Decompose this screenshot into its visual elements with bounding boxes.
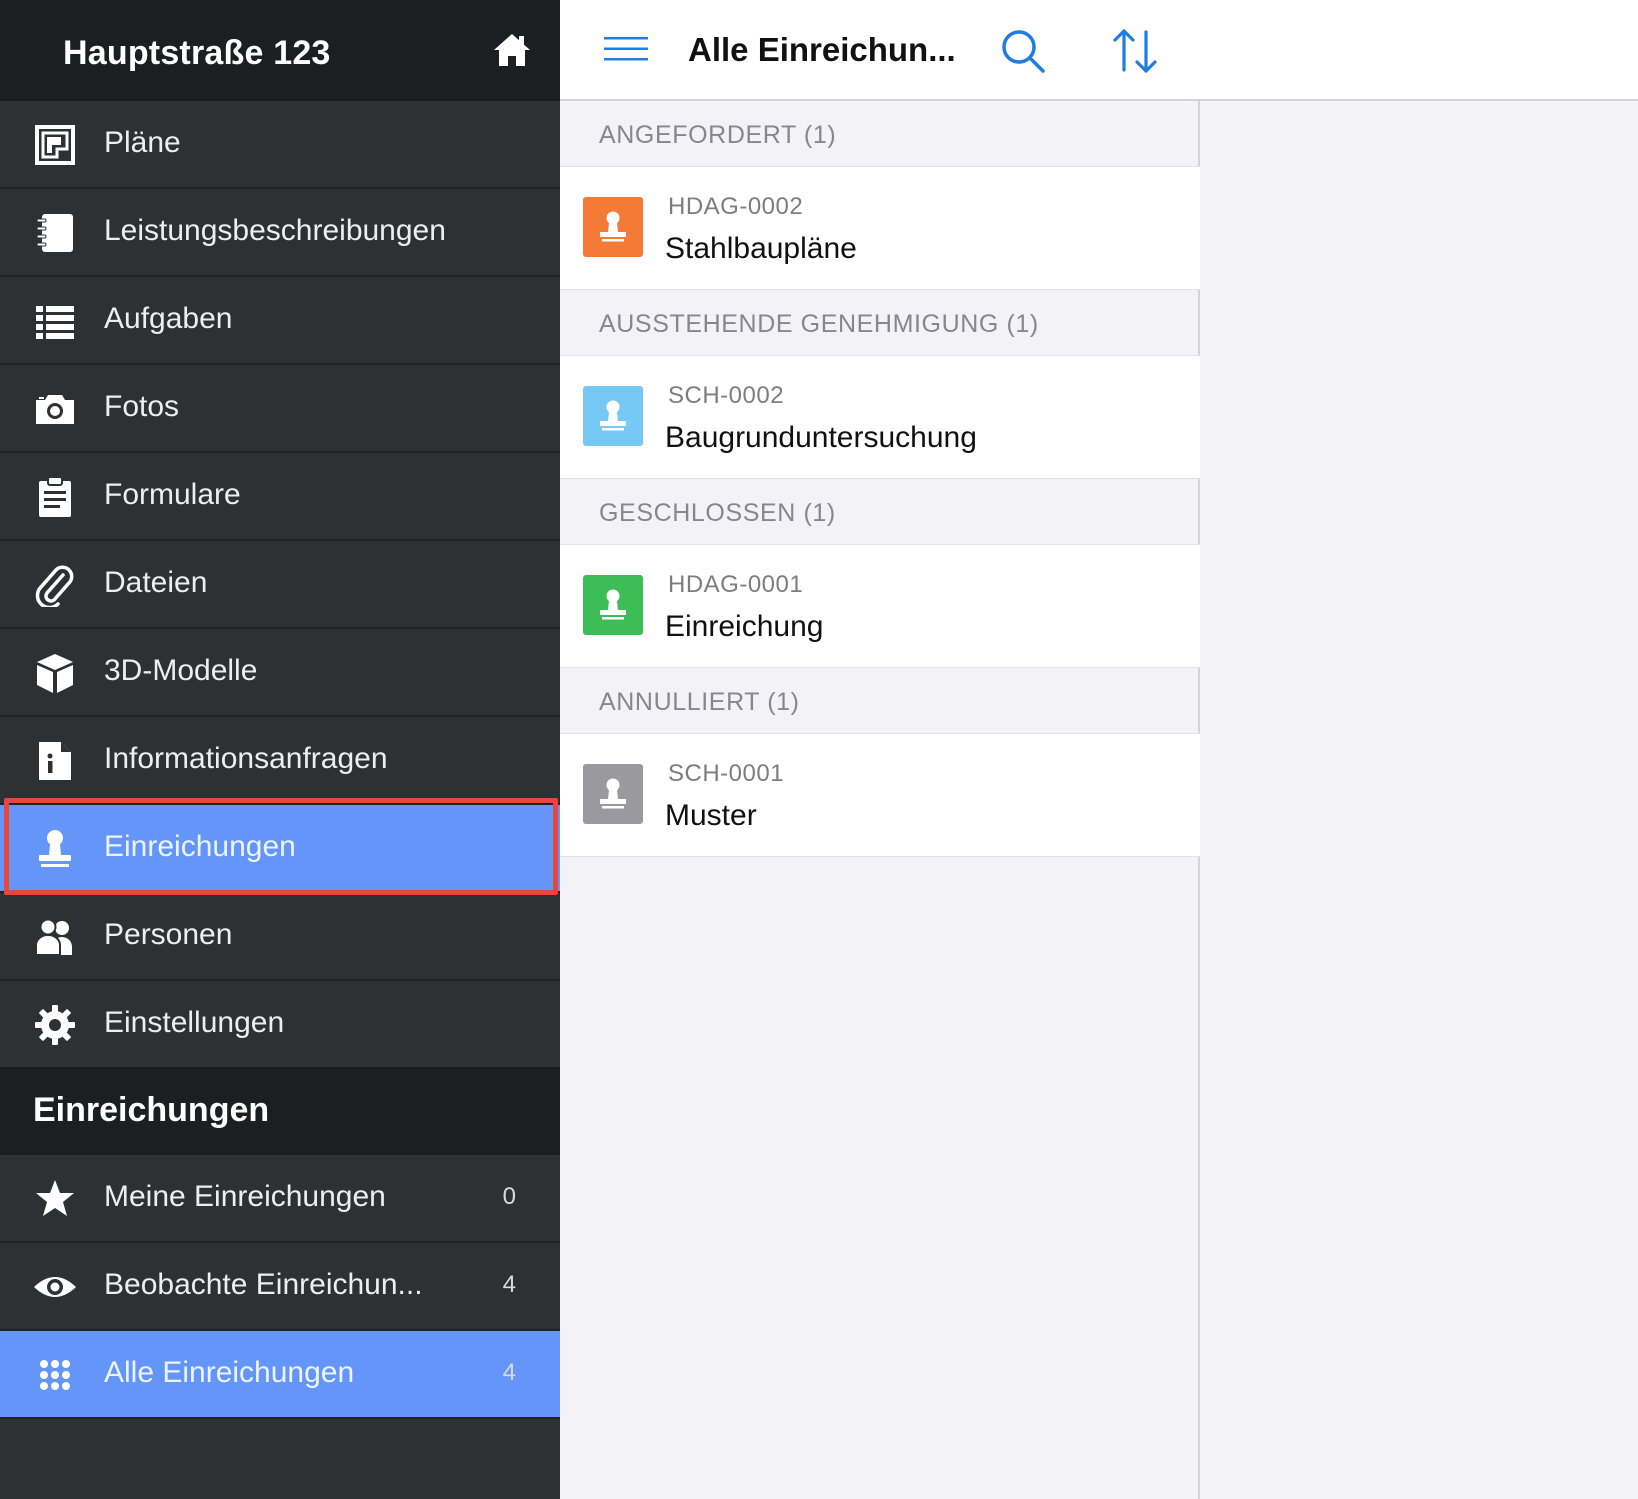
stamp-icon (600, 400, 626, 431)
sidebar: Hauptstraße 123 Pläne Leistungsbeschreib… (0, 0, 560, 1499)
star-icon (36, 1180, 74, 1216)
nav-item-3d-modelle[interactable]: 3D-Modelle (0, 629, 560, 717)
submission-status-badge (583, 197, 643, 257)
filter-label: Alle Einreichungen (104, 1356, 355, 1389)
section-title: Einreichungen (33, 1091, 270, 1129)
cube-icon (37, 654, 73, 693)
info-document-icon (39, 742, 71, 780)
nav-item-label: Fotos (104, 390, 180, 423)
camera-icon (36, 395, 74, 424)
filter-count: 4 (502, 1359, 516, 1386)
group-header: AUSSTEHENDE GENEHMIGUNG (1) (560, 290, 1200, 355)
submission-status-badge (583, 575, 643, 635)
list-header: Alle Einreichun... (560, 0, 1200, 101)
group-header-label: AUSSTEHENDE GENEHMIGUNG (1) (599, 310, 1039, 338)
nav-item-personen[interactable]: Personen (0, 893, 560, 981)
list-item[interactable]: HDAG-0002 Stahlbaupläne (560, 166, 1200, 290)
stamp-icon (39, 830, 71, 867)
filter-meine-einreichungen[interactable]: Meine Einreichungen 0 (0, 1155, 560, 1243)
list-item[interactable]: HDAG-0001 Einreichung (560, 544, 1200, 668)
nav-item-label: Informationsanfragen (104, 742, 388, 775)
search-icon[interactable] (1000, 28, 1046, 74)
grid-dots-icon (40, 1360, 70, 1390)
group-header-label: ANNULLIERT (1) (599, 688, 800, 716)
nav-item-aufgaben[interactable]: Aufgaben (0, 277, 560, 365)
group-header: ANNULLIERT (1) (560, 668, 1200, 733)
notebook-icon (36, 214, 73, 252)
project-title: Hauptstraße 123 (63, 34, 331, 72)
nav-item-informationsanfragen[interactable]: Informationsanfragen (0, 717, 560, 805)
nav-item-label: Einreichungen (104, 830, 296, 863)
group-header-label: GESCHLOSSEN (1) (599, 499, 836, 527)
group-header: ANGEFORDERT (1) (560, 101, 1200, 166)
submission-code: HDAG-0002 (668, 193, 804, 220)
nav-item-einreichungen[interactable]: Einreichungen (0, 805, 560, 893)
floorplan-icon (35, 125, 75, 165)
people-icon (35, 918, 72, 956)
submission-code: SCH-0001 (668, 760, 785, 787)
submission-name: Stahlbaupläne (665, 232, 857, 265)
nav-item-label: Personen (104, 918, 233, 951)
nav-item-label: Dateien (104, 566, 208, 599)
list-item[interactable]: SCH-0002 Baugrunduntersuchung (560, 355, 1200, 479)
sort-icon[interactable] (1110, 26, 1160, 76)
nav-item-label: Leistungsbeschreibungen (104, 214, 446, 247)
hamburger-menu-icon[interactable] (604, 34, 648, 64)
home-icon[interactable] (492, 30, 532, 70)
filter-beobachte-einreichungen[interactable]: Beobachte Einreichun... 4 (0, 1243, 560, 1331)
submission-code: SCH-0002 (668, 382, 785, 409)
filter-label: Meine Einreichungen (104, 1180, 386, 1213)
project-header: Hauptstraße 123 (0, 0, 560, 101)
stamp-icon (600, 211, 626, 242)
submission-status-badge (583, 764, 643, 824)
submission-code: HDAG-0001 (668, 571, 804, 598)
paperclip-icon (35, 565, 74, 607)
detail-pane (1200, 101, 1638, 1499)
group-header: GESCHLOSSEN (1) (560, 479, 1200, 544)
submissions-list-pane: Alle Einreichun... ANGEFORDERT (1) HDAG-… (560, 0, 1200, 1499)
submission-name: Einreichung (665, 610, 824, 643)
nav-item-dateien[interactable]: Dateien (0, 541, 560, 629)
stamp-icon (600, 778, 626, 809)
gear-icon (35, 1005, 75, 1045)
filter-count: 4 (502, 1271, 516, 1298)
stamp-icon (600, 589, 626, 620)
submission-status-badge (583, 386, 643, 446)
nav-item-leistungsbeschreibungen[interactable]: Leistungsbeschreibungen (0, 189, 560, 277)
detail-header (1200, 0, 1638, 101)
list-title: Alle Einreichun... (688, 31, 956, 68)
nav-item-label: Aufgaben (104, 302, 233, 335)
nav-item-label: 3D-Modelle (104, 654, 258, 687)
nav-item-label: Formulare (104, 478, 241, 511)
submission-name: Baugrunduntersuchung (665, 421, 977, 454)
nav-item-formulare[interactable]: Formulare (0, 453, 560, 541)
group-header-label: ANGEFORDERT (1) (599, 121, 837, 149)
filter-count: 0 (502, 1183, 516, 1210)
list-item[interactable]: SCH-0001 Muster (560, 733, 1200, 857)
filter-alle-einreichungen[interactable]: Alle Einreichungen 4 (0, 1331, 560, 1419)
nav-item-fotos[interactable]: Fotos (0, 365, 560, 453)
nav-item-einstellungen[interactable]: Einstellungen (0, 981, 560, 1069)
nav-item-label: Pläne (104, 126, 181, 159)
filter-label: Beobachte Einreichun... (104, 1268, 423, 1301)
submissions-section-header: Einreichungen (0, 1067, 560, 1155)
list-icon (36, 306, 74, 339)
nav-item-label: Einstellungen (104, 1006, 285, 1039)
eye-icon (34, 1277, 76, 1297)
submission-name: Muster (665, 799, 757, 832)
clipboard-icon (39, 476, 71, 517)
nav-item-plaene[interactable]: Pläne (0, 101, 560, 189)
